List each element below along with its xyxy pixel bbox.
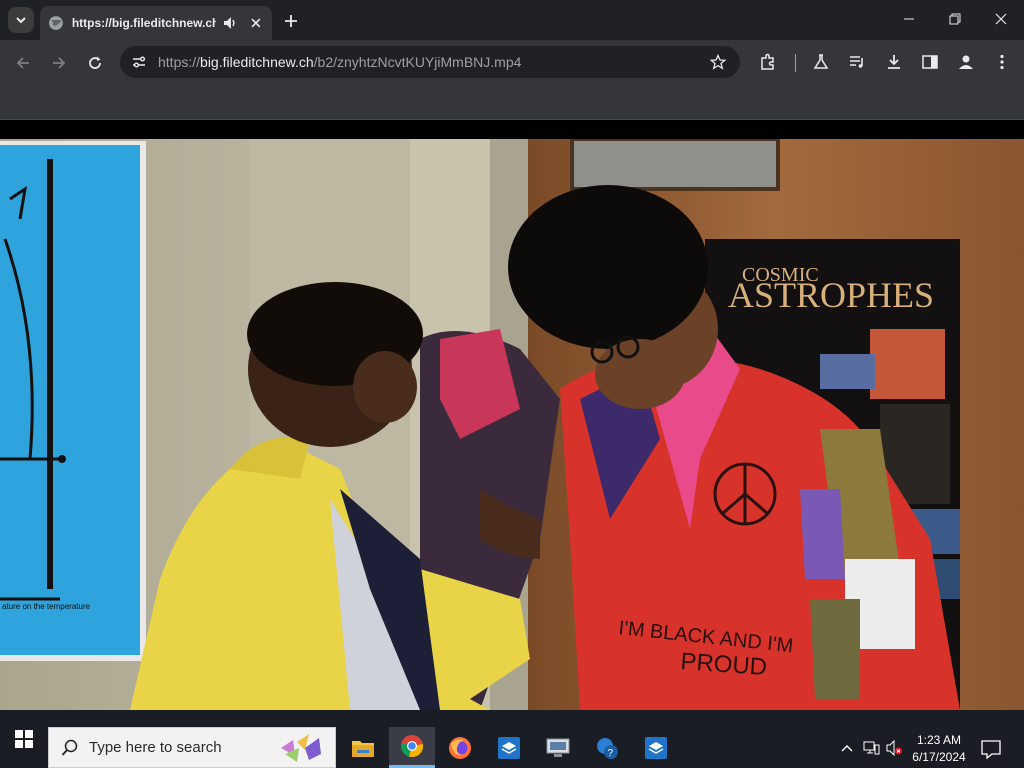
video-player[interactable]: ature on the temperature COSMIC ASTROPHE… [0,139,1024,710]
url-path: /b2/znyhtzNcvtKUYjiMmBNJ.mp4 [313,54,522,70]
browser-menu-button[interactable] [992,52,1012,72]
profile-icon [959,55,973,69]
sandbox-icon [498,736,520,759]
taskbar-firefox[interactable] [437,727,483,768]
volume-tray[interactable] [885,740,903,756]
extensions-icon [761,53,774,70]
site-info-icon[interactable] [130,53,148,71]
blue-chart-poster: ature on the temperature [0,141,146,661]
forward-arrow-icon [53,57,66,69]
poster-title-line2: ASTROPHES [728,275,934,315]
downloads-button[interactable] [884,52,904,72]
download-icon [888,55,900,69]
plus-icon [285,15,297,27]
firefox-icon [449,736,471,759]
taskbar-help[interactable]: ? [584,727,630,768]
reload-button[interactable] [84,52,106,74]
wall-sign [570,139,780,191]
tab-strip: https://big.fileditchnew.ch [0,0,1024,40]
close-window-button[interactable] [990,8,1012,30]
browser-tab[interactable]: https://big.fileditchnew.ch [40,6,272,40]
url-text: https://big.fileditchnew.ch/b2/znyhtzNcv… [158,54,521,70]
chrome-icon [401,735,424,758]
network-tray[interactable] [862,740,880,756]
help-icon: ? [597,737,618,759]
globe-icon [48,16,63,30]
side-panel-icon [922,55,938,69]
start-button[interactable] [0,710,48,768]
url-host: big.fileditchnew.ch [200,54,314,70]
back-arrow-icon [16,57,29,69]
windows-taskbar: Type here to search ? 1:23 AM 6/17/2024 [0,710,1024,768]
media-controls-button[interactable] [847,52,867,72]
taskbar-sandbox[interactable] [486,727,532,768]
remote-desktop-icon [546,738,570,757]
taskbar-search-box[interactable]: Type here to search [48,727,336,768]
video-frame: ature on the temperature COSMIC ASTROPHE… [0,139,1024,710]
file-explorer-icon [352,740,374,757]
chevron-up-icon [841,745,853,752]
labs-button[interactable] [811,52,831,72]
restore-button[interactable] [944,8,966,30]
search-placeholder: Type here to search [89,739,222,756]
new-tab-button[interactable] [280,10,302,32]
restore-icon [949,13,961,25]
clock-time: 1:23 AM [916,733,962,747]
extensions-button[interactable] [758,52,778,72]
bookmark-star-icon[interactable] [710,54,726,70]
url-scheme: https:// [158,54,201,70]
taskbar-chrome[interactable] [389,727,435,768]
menu-icon [1000,54,1004,70]
clock-date: 6/17/2024 [912,750,966,764]
sandbox-icon-2 [645,736,667,759]
network-icon [863,741,880,755]
search-highlight-icon [281,734,321,762]
volume-muted-icon [886,740,902,756]
search-icon [61,739,78,756]
windows-logo-icon [15,730,33,748]
toolbar-extension-strip [0,86,1024,120]
minimize-icon [904,18,914,20]
tab-title: https://big.fileditchnew.ch [71,16,217,30]
forward-button[interactable] [48,52,70,74]
notification-center-icon[interactable] [980,738,1002,760]
back-button[interactable] [12,52,34,74]
profile-button[interactable] [956,52,976,72]
video-viewport: ature on the temperature COSMIC ASTROPHE… [0,120,1024,710]
taskbar-sandbox-2[interactable] [633,727,679,768]
tab-search-button[interactable] [8,7,34,33]
taskbar-clock[interactable]: 1:23 AM 6/17/2024 [906,732,972,766]
side-panel-button[interactable] [920,52,940,72]
taskbar-remote-desktop[interactable] [535,727,581,768]
browser-toolbar: https://big.fileditchnew.ch/b2/znyhtzNcv… [0,40,1024,86]
speaker-icon[interactable] [222,15,238,31]
reload-icon [89,56,101,69]
labs-icon [813,54,829,69]
media-controls-icon [850,56,863,68]
minimize-button[interactable] [898,8,920,30]
svg-text:?: ? [608,748,614,759]
close-tab-icon[interactable] [248,15,264,31]
address-bar[interactable]: https://big.fileditchnew.ch/b2/znyhtzNcv… [120,46,740,78]
chevron-down-icon [16,17,26,24]
taskbar-file-explorer[interactable] [340,727,386,768]
poster-caption: ature on the temperature [2,602,91,611]
close-icon [995,13,1007,25]
show-hidden-icons[interactable] [838,740,856,756]
toolbar-separator [795,54,796,72]
